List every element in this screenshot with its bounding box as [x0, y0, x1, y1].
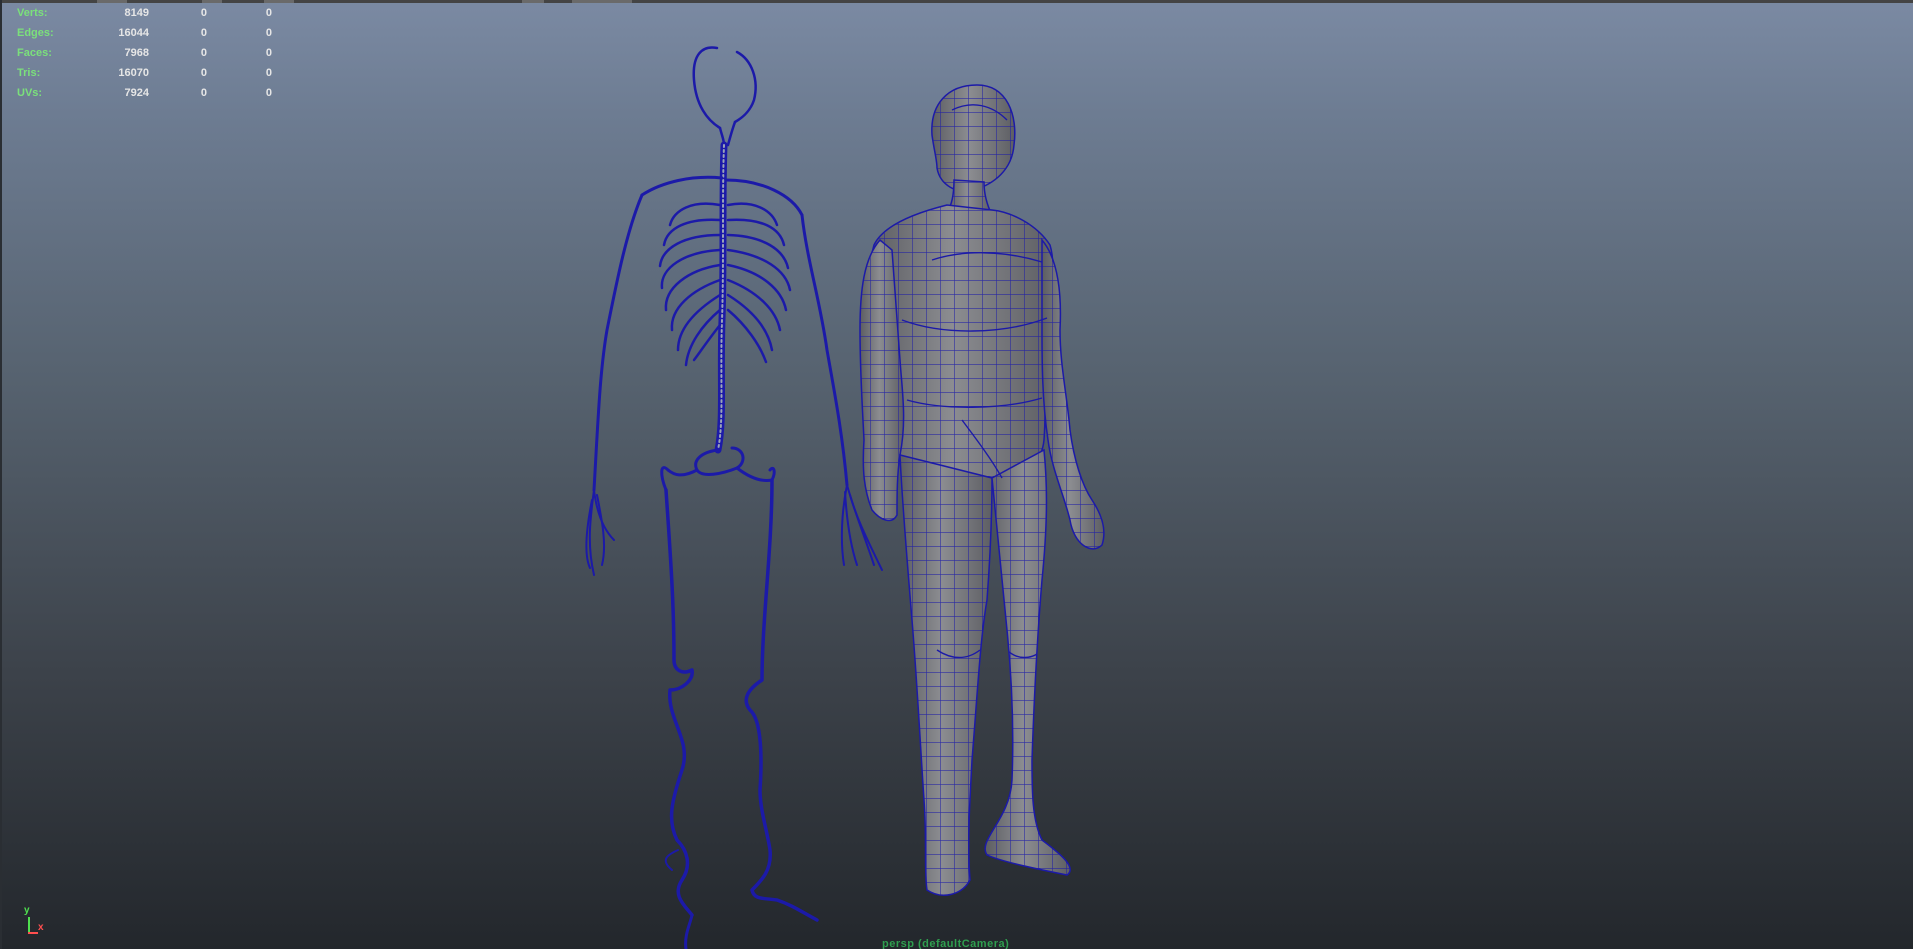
hud-value: 0: [200, 67, 207, 79]
hud-row-faces: Faces: 7968 0 0: [17, 43, 277, 63]
hud-value: 0: [200, 27, 207, 39]
hud-value: 7968: [124, 47, 149, 59]
hud-row-verts: Verts: 8149 0 0: [17, 3, 277, 23]
hud-value: 0: [200, 47, 207, 59]
hud-label: Faces:: [17, 47, 52, 59]
hud-label: Edges:: [17, 27, 54, 39]
axis-x-label: x: [38, 922, 44, 933]
hud-value: 0: [200, 87, 207, 99]
hud-value: 0: [265, 7, 272, 19]
hud-value: 0: [265, 27, 272, 39]
human-base-mesh[interactable]: [852, 80, 1112, 910]
hud-value: 16070: [118, 67, 149, 79]
3d-viewport[interactable]: Verts: 8149 0 0 Edges: 16044 0 0 Faces: …: [0, 0, 1913, 949]
hud-value: 0: [200, 7, 207, 19]
nervous-system-wireframe[interactable]: [585, 46, 883, 949]
hud-value: 7924: [124, 87, 149, 99]
hud-label: UVs:: [17, 87, 43, 99]
hud-value: 0: [265, 67, 272, 79]
hud-value: 0: [265, 87, 272, 99]
axis-x-line: [28, 932, 38, 934]
hud-row-uvs: UVs: 7924 0 0: [17, 83, 277, 103]
camera-name-label: persp (defaultCamera): [882, 938, 1010, 949]
axis-gizmo: y x: [20, 905, 50, 937]
poly-count-hud: Verts: 8149 0 0 Edges: 16044 0 0 Faces: …: [17, 3, 277, 103]
hud-value: 8149: [124, 7, 149, 19]
hud-label: Verts:: [17, 7, 48, 19]
hud-label: Tris:: [17, 67, 41, 79]
scene-render[interactable]: [2, 0, 1913, 949]
hud-row-edges: Edges: 16044 0 0: [17, 23, 277, 43]
hud-value: 16044: [118, 27, 149, 39]
hud-row-tris: Tris: 16070 0 0: [17, 63, 277, 83]
hud-value: 0: [265, 47, 272, 59]
axis-y-label: y: [24, 905, 30, 916]
